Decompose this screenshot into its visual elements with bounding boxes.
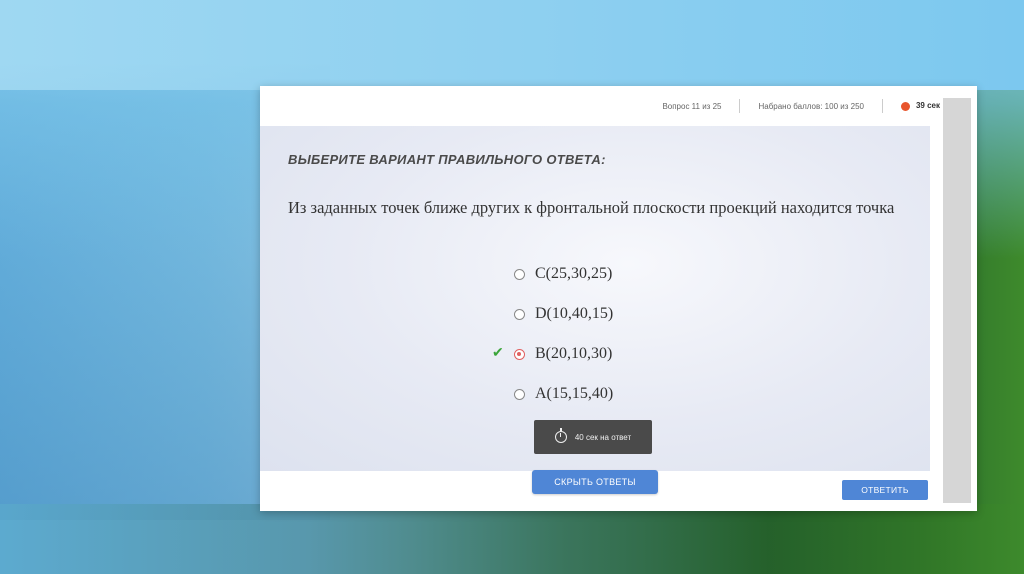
answer-button[interactable]: ОТВЕТИТЬ	[842, 480, 928, 500]
timer-value: 39 сек	[915, 101, 940, 111]
answer-options: C(25,30,25) D(10,40,15) ✔ B(20,10,30) A(…	[492, 264, 613, 424]
header-divider	[739, 99, 741, 113]
instruction-heading: ВЫБЕРИТЕ ВАРИАНТ ПРАВИЛЬНОГО ОТВЕТА:	[288, 152, 606, 167]
check-icon: ✔	[492, 346, 504, 361]
radio-button[interactable]	[514, 388, 525, 400]
quiz-header: Вопрос 11 из 25 Набрано баллов: 100 из 2…	[260, 86, 940, 126]
question-counter: Вопрос 11 из 25	[662, 101, 722, 111]
question-text: Из заданных точек ближе других к фронтал…	[288, 198, 895, 217]
background-bottom	[0, 504, 1024, 574]
header-divider	[881, 99, 883, 113]
option-a[interactable]: A(15,15,40)	[514, 384, 613, 404]
option-label: C(25,30,25)	[535, 265, 613, 282]
timer: 39 сек	[900, 101, 940, 111]
question-area: ВЫБЕРИТЕ ВАРИАНТ ПРАВИЛЬНОГО ОТВЕТА: Из …	[260, 126, 930, 471]
hide-answers-button[interactable]: СКРЫТЬ ОТВЕТЫ	[532, 470, 658, 494]
score-display: Набрано баллов: 100 из 250	[758, 101, 864, 111]
option-label: A(15,15,40)	[535, 385, 614, 402]
radio-button[interactable]	[514, 308, 525, 320]
option-label: B(20,10,30)	[535, 345, 613, 362]
option-d[interactable]: D(10,40,15)	[514, 304, 613, 324]
option-label: D(10,40,15)	[535, 305, 614, 322]
timer-dot-icon	[900, 101, 910, 111]
time-per-answer-badge: 40 сек на ответ	[534, 420, 652, 454]
radio-button-selected[interactable]	[514, 348, 525, 360]
time-per-answer-label: 40 сек на ответ	[574, 432, 632, 442]
scrollbar[interactable]	[943, 98, 971, 503]
option-c[interactable]: C(25,30,25)	[514, 264, 613, 284]
radio-button[interactable]	[514, 268, 525, 280]
option-b[interactable]: ✔ B(20,10,30)	[492, 344, 613, 364]
quiz-window: Вопрос 11 из 25 Набрано баллов: 100 из 2…	[260, 86, 977, 511]
stopwatch-icon	[554, 428, 567, 443]
